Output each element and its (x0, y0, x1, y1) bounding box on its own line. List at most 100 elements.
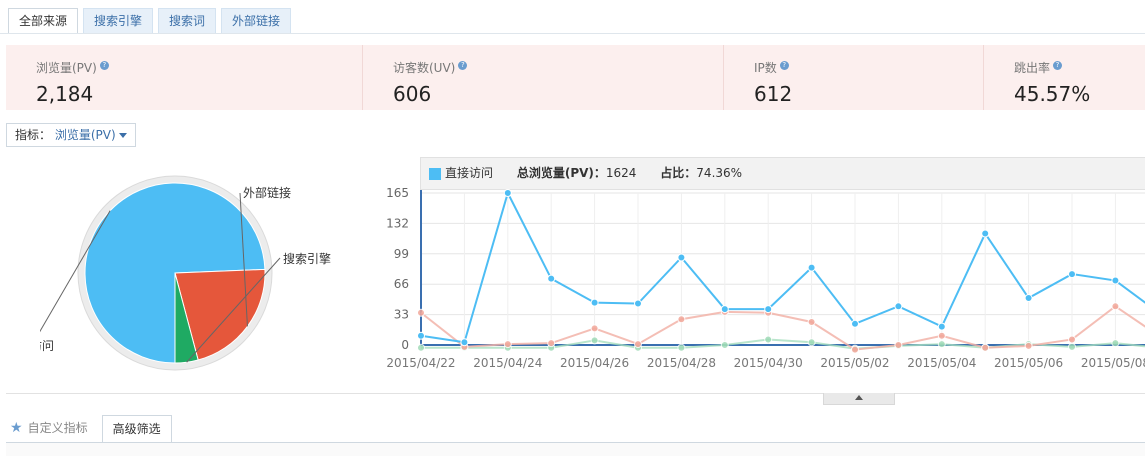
help-icon[interactable]: ? (779, 61, 789, 70)
metric-bounce-label: 跳出率 (1014, 61, 1051, 75)
custom-metrics-link[interactable]: ★ 自定义指标 (10, 415, 102, 442)
x-tick-label: 2015/04/24 (473, 356, 542, 370)
collapse-button[interactable] (823, 393, 895, 405)
series-point[interactable] (851, 319, 859, 328)
x-tick-label: 2015/04/22 (386, 356, 455, 370)
series-point[interactable] (764, 335, 773, 344)
x-tick-label: 2015/05/06 (994, 356, 1063, 370)
pie-label: 搜索引擎 (283, 251, 331, 266)
series-point[interactable] (1068, 270, 1076, 279)
series-point[interactable] (677, 253, 686, 262)
series-point[interactable] (1111, 339, 1120, 348)
pie-chart: 直接访问 外部链接搜索引擎 (6, 175, 331, 371)
y-tick-label: 33 (394, 308, 409, 322)
advanced-filter-tab[interactable]: 高级筛选 (101, 415, 172, 443)
tab-search-words[interactable]: 搜索词 (158, 8, 217, 34)
series-point[interactable] (503, 189, 512, 197)
tab-all-sources[interactable]: 全部来源 (8, 8, 79, 34)
series-point[interactable] (417, 308, 425, 317)
series-point[interactable] (590, 298, 599, 307)
indicator-prefix: 指标： (15, 128, 52, 142)
bottom-tabs: ★ 自定义指标 高级筛选 (10, 415, 172, 443)
series-point[interactable] (894, 302, 903, 311)
metric-pv-label: 浏览量(PV) (36, 61, 97, 75)
series-point[interactable] (720, 305, 729, 314)
source-tabs: 全部来源 搜索引擎 搜索词 外部链接 (8, 8, 296, 34)
section-divider (6, 393, 1145, 394)
series-point[interactable] (720, 341, 729, 349)
help-icon[interactable]: ? (458, 61, 468, 70)
y-tick-label: 165 (386, 186, 409, 200)
series-point[interactable] (764, 305, 773, 314)
metric-ip: IP数? 612 (723, 45, 983, 110)
series-point[interactable] (503, 340, 512, 349)
series-point[interactable] (937, 331, 946, 340)
series-point[interactable] (807, 263, 816, 272)
series-point[interactable] (590, 324, 599, 333)
bottom-panel (6, 443, 1145, 456)
series-point[interactable] (807, 338, 816, 347)
series-point[interactable] (417, 331, 425, 340)
legend-ratio-value: 74.36% (696, 166, 743, 180)
y-tick-label: 99 (394, 247, 409, 261)
series-point[interactable] (634, 340, 642, 349)
legend-total-label: 总浏览量(PV)： (516, 166, 606, 180)
series-line (420, 305, 1145, 351)
metric-pv-value: 2,184 (36, 82, 94, 106)
metric-pv: 浏览量(PV)? 2,184 (6, 45, 362, 110)
series-point[interactable] (981, 343, 990, 352)
series-point[interactable] (937, 322, 946, 331)
legend-ratio-label: 占比： (660, 166, 697, 180)
series-line (420, 190, 1145, 344)
series-point[interactable] (677, 343, 686, 352)
metric-bounce-value: 45.57% (1014, 82, 1091, 106)
series-point[interactable] (1068, 342, 1076, 351)
x-tick-label: 2015/05/04 (907, 356, 976, 370)
series-point[interactable] (1068, 335, 1076, 344)
series-point[interactable] (460, 338, 469, 347)
line-chart-wrap: 0 33 66 99 132 165 2015/04/22 2015/04/24 2015/04… (380, 185, 1145, 384)
series-point[interactable] (417, 343, 425, 352)
line-chart: 0 33 66 99 132 165 2015/04/22 2015/04/24 2015/04… (386, 186, 1145, 370)
help-icon[interactable]: ? (1053, 61, 1063, 70)
y-tick-label: 66 (394, 277, 409, 291)
metric-uv-label: 访客数(UV) (393, 61, 456, 75)
indicator-select[interactable]: 指标： 浏览量(PV) (6, 123, 136, 147)
legend-swatch (429, 167, 441, 180)
y-tick-label: 0 (401, 338, 409, 352)
x-tick-label: 2015/05/08 (1081, 356, 1145, 370)
metric-ip-value: 612 (754, 82, 793, 106)
series-point[interactable] (634, 299, 642, 308)
series-point[interactable] (894, 341, 903, 349)
series-point[interactable] (547, 339, 556, 348)
series-point[interactable] (590, 336, 599, 345)
caret-down-icon (118, 133, 127, 138)
series-point[interactable] (807, 317, 816, 326)
x-tick-label: 2015/04/26 (560, 356, 629, 370)
x-tick-label: 2015/04/30 (734, 356, 803, 370)
pie-chart-wrap: 直接访问 外部链接搜索引擎 (6, 165, 370, 384)
series-point[interactable] (851, 345, 859, 354)
series-point[interactable] (1111, 276, 1120, 285)
series-point[interactable] (1024, 294, 1033, 303)
chevron-up-icon (855, 395, 863, 400)
series-point[interactable] (1111, 302, 1120, 311)
help-icon[interactable]: ? (99, 61, 109, 70)
series-point[interactable] (677, 315, 686, 324)
tab-external-links[interactable]: 外部链接 (221, 8, 292, 34)
y-tick-label: 132 (386, 216, 409, 230)
legend-total-value: 1624 (605, 166, 637, 180)
x-tick-label: 2015/05/02 (820, 356, 889, 370)
pie-label: 外部链接 (243, 185, 291, 200)
indicator-selected-value: 浏览量(PV) (54, 128, 116, 142)
series-point[interactable] (547, 274, 556, 283)
legend-series-name[interactable]: 直接访问 (445, 166, 493, 180)
tab-search-engine[interactable]: 搜索引擎 (83, 8, 154, 34)
pie-label: 直接访问 (40, 338, 54, 353)
series-point[interactable] (937, 340, 946, 349)
series-point[interactable] (981, 229, 990, 238)
series-point[interactable] (1024, 341, 1033, 350)
x-tick-label: 2015/04/28 (647, 356, 716, 370)
metrics-panel: 浏览量(PV)? 2,184 访客数(UV)? 606 IP数? 612 跳出率… (6, 45, 1145, 110)
metric-uv-value: 606 (393, 82, 432, 106)
